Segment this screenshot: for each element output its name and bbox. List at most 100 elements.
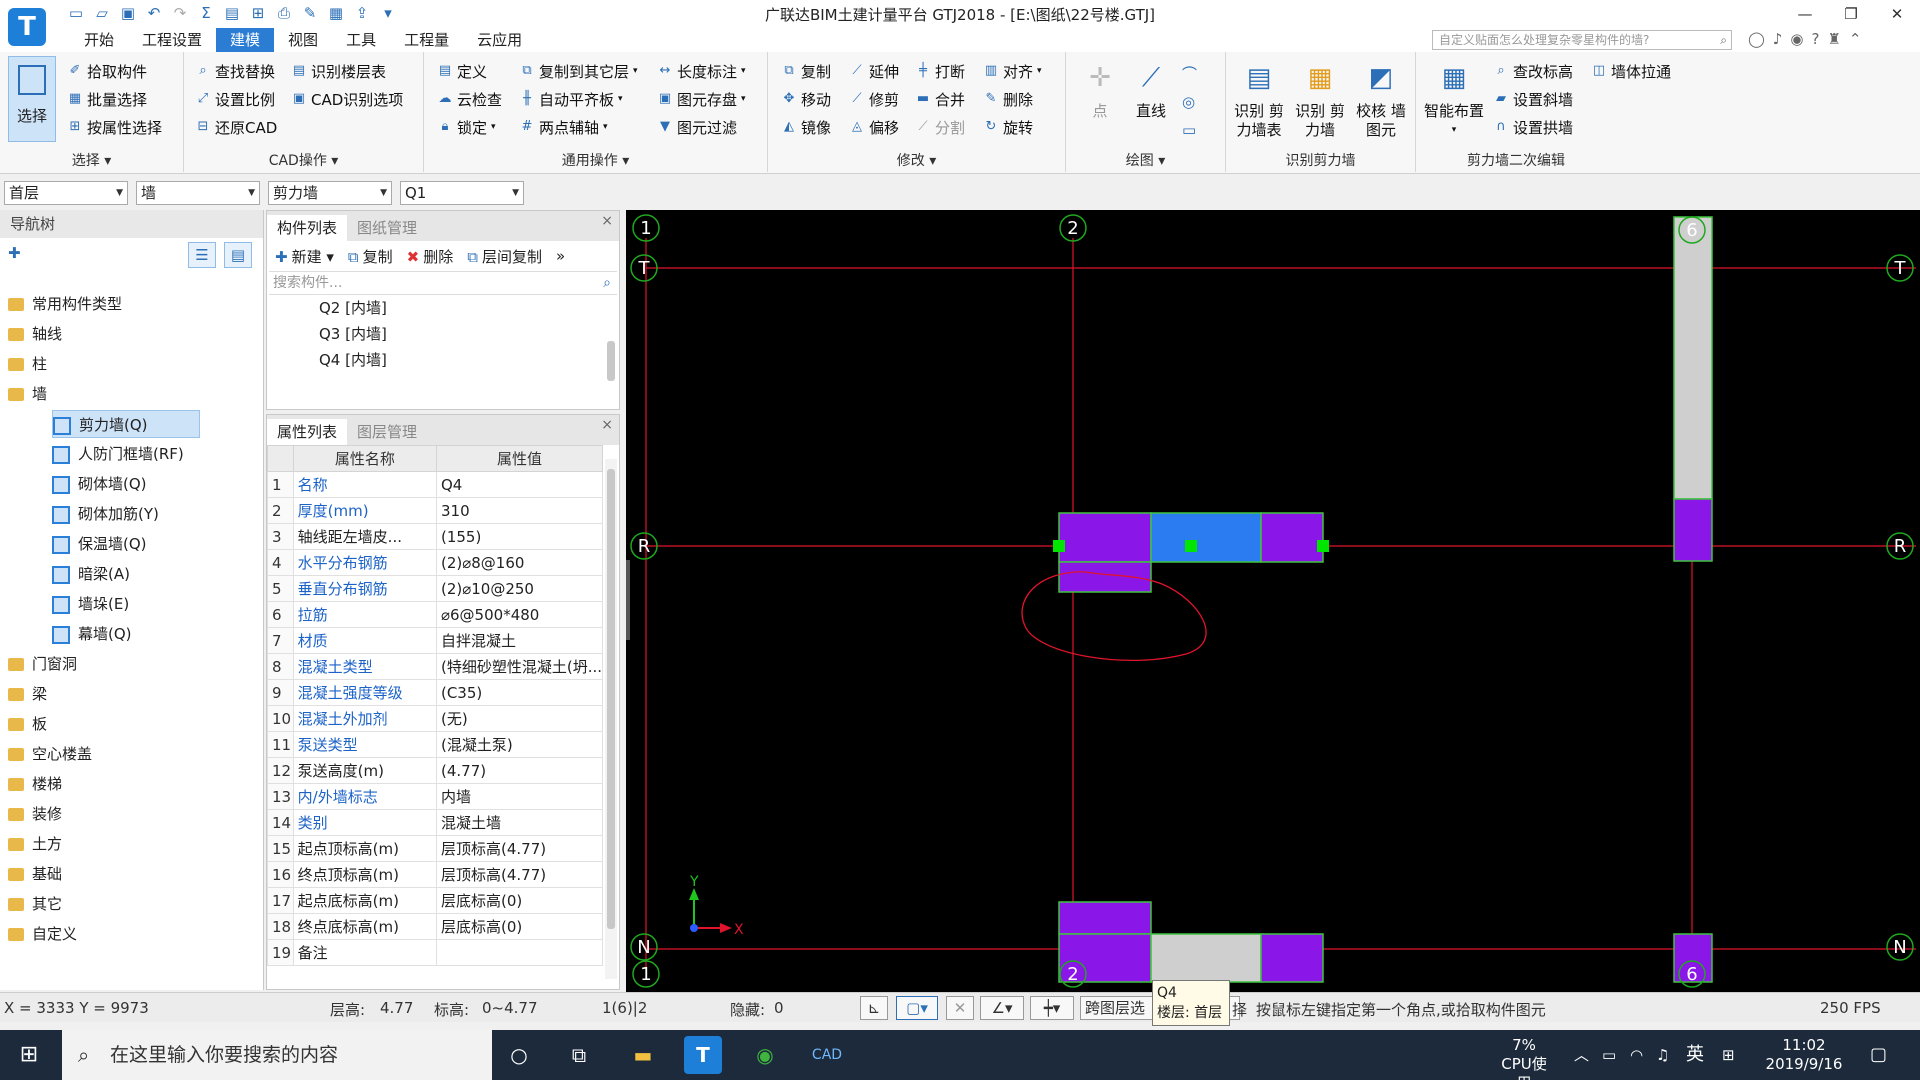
- element-filter-button[interactable]: ▼ 图元过滤: [656, 114, 737, 140]
- ribbon-collapse-icon[interactable]: ⌃: [1849, 30, 1862, 48]
- table-row[interactable]: 6 拉筋 ⌀6@500*480: [267, 601, 604, 628]
- edit-elevation-button[interactable]: ⌕ 查改标高: [1492, 58, 1573, 84]
- property-value[interactable]: 层底标高(0): [435, 913, 604, 940]
- drawing-canvas[interactable]: 1 2 6 T T R R N N 1 2 6 Y X: [626, 210, 1920, 992]
- set-scale-button[interactable]: ⤢ 设置比例: [194, 86, 275, 112]
- grip-handle-end[interactable]: [1317, 540, 1329, 552]
- table-row[interactable]: 3 轴线距左墙皮... (155): [267, 523, 604, 550]
- floor-copy-button[interactable]: ⧉ 层间复制: [467, 246, 542, 267]
- property-value[interactable]: [435, 939, 604, 966]
- table-row[interactable]: 14 类别 混凝土墙: [267, 809, 604, 836]
- property-value[interactable]: (2)⌀10@250: [435, 575, 604, 602]
- clock[interactable]: 11:02 2019/9/16: [1756, 1036, 1852, 1074]
- find-replace-button[interactable]: ⌕ 查找替换: [194, 58, 275, 84]
- chat-icon[interactable]: ◉: [1790, 30, 1803, 48]
- merge-button[interactable]: ▬ 合并: [914, 86, 965, 112]
- mirror-button[interactable]: ◭ 镜像: [780, 114, 831, 140]
- new-component-button[interactable]: ✚ 新建 ▾: [275, 246, 334, 267]
- check-wall-button[interactable]: ◩ 校核 墙图元: [1352, 58, 1410, 140]
- wall-element[interactable]: [1673, 498, 1713, 562]
- define-button[interactable]: ▤ 定义: [436, 58, 487, 84]
- tree-folder[interactable]: 土方: [8, 830, 62, 858]
- grip-handle-mid[interactable]: [1185, 540, 1197, 552]
- cortana-icon[interactable]: ○: [500, 1036, 538, 1074]
- minimize-button[interactable]: —: [1782, 0, 1828, 28]
- table-row[interactable]: 1 名称 Q4: [267, 471, 604, 498]
- tree-folder[interactable]: 轴线: [8, 320, 62, 348]
- notification-icon[interactable]: ▢: [1870, 1036, 1887, 1074]
- wall-element[interactable]: [1058, 901, 1152, 935]
- select-button[interactable]: 选择: [8, 56, 56, 142]
- circle-icon[interactable]: ◎: [1182, 88, 1197, 116]
- set-slope-wall-button[interactable]: ▰ 设置斜墙: [1492, 86, 1573, 112]
- table-row[interactable]: 15 起点顶标高(m) 层顶标高(4.77): [267, 835, 604, 862]
- tree-item[interactable]: 剪力墙(Q): [52, 410, 200, 438]
- property-value[interactable]: 层底标高(0): [435, 887, 604, 914]
- snap-mode-toggle[interactable]: ▢▾: [896, 996, 938, 1020]
- property-scrollbar[interactable]: [605, 459, 617, 979]
- cpu-usage-widget[interactable]: 7% CPU使用: [1494, 1036, 1554, 1080]
- copy-component-button[interactable]: ⧉ 复制: [348, 246, 393, 267]
- help-icon[interactable]: ?: [1811, 30, 1819, 48]
- property-value[interactable]: (2)⌀8@160: [435, 549, 604, 576]
- tree-folder[interactable]: 基础: [8, 860, 62, 888]
- tab-start[interactable]: 开始: [70, 28, 128, 52]
- tree-folder[interactable]: 墙: [8, 380, 47, 408]
- rectangle-icon[interactable]: ▭: [1182, 116, 1197, 144]
- tree-item[interactable]: 墙垛(E): [52, 590, 129, 618]
- tree-folder[interactable]: 空心楼盖: [8, 740, 92, 768]
- group-label-cad[interactable]: CAD操作 ▾: [184, 150, 423, 170]
- property-value[interactable]: (155): [435, 523, 604, 550]
- tree-view-icon[interactable]: ▤: [224, 242, 252, 268]
- battery-icon[interactable]: ▭: [1602, 1036, 1616, 1074]
- property-value[interactable]: (C35): [435, 679, 604, 706]
- tab-drawing-manager[interactable]: 图纸管理: [347, 215, 427, 241]
- table-row[interactable]: 19 备注: [267, 939, 604, 966]
- table-row[interactable]: 9 混凝土强度等级 (C35): [267, 679, 604, 706]
- group-label-common[interactable]: 通用操作 ▾: [424, 150, 767, 170]
- move-button[interactable]: ✥ 移动: [780, 86, 831, 112]
- tree-folder[interactable]: 门窗洞: [8, 650, 77, 678]
- align-button[interactable]: ▥ 对齐 ▾: [982, 58, 1042, 84]
- browser-icon[interactable]: ◉: [746, 1036, 784, 1074]
- wall-element[interactable]: [1150, 933, 1262, 983]
- property-value[interactable]: ⌀6@500*480: [435, 601, 604, 628]
- file-explorer-icon[interactable]: ▬: [624, 1036, 662, 1074]
- close-icon[interactable]: ×: [601, 417, 613, 433]
- tree-folder[interactable]: 柱: [8, 350, 47, 378]
- property-value[interactable]: 层顶标高(4.77): [435, 835, 604, 862]
- tab-component-list[interactable]: 构件列表: [267, 215, 348, 241]
- cross-select-toggle[interactable]: ✕: [946, 996, 974, 1020]
- rotate-button[interactable]: ↻ 旋转: [982, 114, 1033, 140]
- property-value[interactable]: (特细砂塑性混凝土(坍...: [435, 653, 604, 680]
- arc-icon[interactable]: ⌒: [1182, 60, 1197, 88]
- table-row[interactable]: 8 混凝土类型 (特细砂塑性混凝土(坍...: [267, 653, 604, 680]
- tab-tools[interactable]: 工具: [332, 28, 390, 52]
- list-view-icon[interactable]: ☰: [188, 242, 216, 268]
- task-view-icon[interactable]: ⧉: [560, 1036, 598, 1074]
- recognize-wall-button[interactable]: ▦ 识别 剪力墙: [1292, 58, 1348, 140]
- tree-folder[interactable]: 梁: [8, 680, 47, 708]
- close-icon[interactable]: ×: [601, 213, 613, 229]
- wall-stretch-button[interactable]: ◫ 墙体拉通: [1590, 58, 1671, 84]
- tree-item[interactable]: 保温墙(Q): [52, 530, 147, 558]
- recognize-floor-table-button[interactable]: ▤ 识别楼层表: [290, 58, 386, 84]
- ime-language[interactable]: 英: [1686, 1036, 1704, 1074]
- property-value[interactable]: 混凝土墙: [435, 809, 604, 836]
- ortho-toggle[interactable]: ⊾: [860, 996, 888, 1020]
- table-row[interactable]: 11 泵送类型 (混凝土泵): [267, 731, 604, 758]
- windows-start-icon[interactable]: ⊞: [10, 1036, 48, 1074]
- user-icon[interactable]: ◯: [1748, 30, 1765, 48]
- property-value[interactable]: (4.77): [435, 757, 604, 784]
- tab-modeling[interactable]: 建模: [216, 28, 275, 52]
- delete-button[interactable]: ✎ 删除: [982, 86, 1033, 112]
- table-row[interactable]: 12 泵送高度(m) (4.77): [267, 757, 604, 784]
- wall-element[interactable]: [1058, 512, 1152, 563]
- floor-select[interactable]: 首层 ▼: [4, 181, 128, 205]
- tree-folder[interactable]: 板: [8, 710, 47, 738]
- restore-cad-button[interactable]: ⊟ 还原CAD: [194, 114, 278, 140]
- cloud-check-button[interactable]: ☁ 云检查: [436, 86, 503, 112]
- wifi-icon[interactable]: ◠: [1630, 1036, 1643, 1074]
- table-row[interactable]: 16 终点顶标高(m) 层顶标高(4.77): [267, 861, 604, 888]
- set-arch-wall-button[interactable]: ∩ 设置拱墙: [1492, 114, 1573, 140]
